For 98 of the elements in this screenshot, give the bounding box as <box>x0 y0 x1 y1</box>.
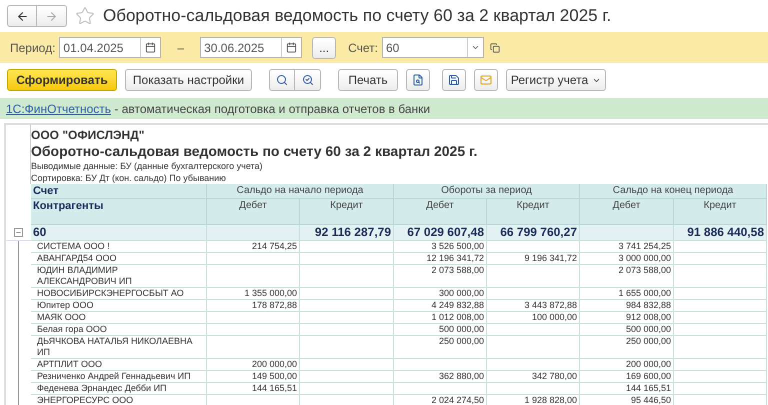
table-cell: 342 780,00 <box>487 371 580 383</box>
open-icon[interactable] <box>490 42 500 52</box>
table-cell: 1 355 000,00 <box>207 288 300 300</box>
table-cell: МАЯК ООО <box>31 312 207 324</box>
table-cell: ДЬЯЧКОВА НАТАЛЬЯ НИКОЛАЕВНА ИП <box>31 336 207 359</box>
window-title: Оборотно-сальдовая ведомость по счету 60 за 2 квартал 2025 г. <box>103 5 612 28</box>
save-icon <box>448 74 460 86</box>
print-button[interactable]: Печать <box>338 69 398 91</box>
table-cell: 178 872,88 <box>207 300 300 312</box>
mail-icon <box>480 74 492 86</box>
account-label: Счет: <box>348 40 378 56</box>
table-cell: 4 249 832,88 <box>394 300 487 312</box>
table-cell: 1 655 000,00 <box>580 288 674 300</box>
header-cell: Кредит <box>300 199 394 225</box>
table-cell: 3 443 872,88 <box>487 300 580 312</box>
header-cell: Дебет <box>394 199 487 225</box>
table-cell: 200 000,00 <box>207 359 300 371</box>
account-field[interactable]: 60 <box>382 37 484 58</box>
table-cell: 2 073 588,00 <box>580 265 674 288</box>
table-cell: 2 024 274,50 <box>394 395 487 405</box>
table-cell: 214 754,25 <box>207 241 300 253</box>
search-settings-button[interactable] <box>295 69 321 91</box>
header-cell: Дебет <box>207 199 300 225</box>
table-cell: 3 741 254,25 <box>580 241 674 253</box>
generate-button[interactable]: Сформировать <box>7 69 117 91</box>
banner-link[interactable]: 1С:ФинОтчетность <box>6 100 112 118</box>
table-cell: 2 073 588,00 <box>394 265 487 288</box>
collapse-toggle[interactable] <box>14 228 23 237</box>
table-cell: 500 000,00 <box>580 324 674 336</box>
calendar-icon[interactable] <box>145 42 156 53</box>
header-cell: Дебет <box>580 199 674 225</box>
back-icon <box>16 10 28 22</box>
header-cell: Счет <box>31 184 207 199</box>
table-cell: 9 196 341,72 <box>487 253 580 265</box>
document-search-icon <box>412 74 424 86</box>
header-cell: Обороты за период <box>394 184 580 199</box>
table-cell: НОВОСИБИРСКЭНЕРГОСБЫТ АО <box>31 288 207 300</box>
output-note: Выводимые данные: БУ (данные бухгалтерского учета) <box>31 160 264 172</box>
table-cell: 984 832,88 <box>580 300 674 312</box>
table-cell: Белая гора ООО <box>31 324 207 336</box>
report-title: Оборотно-сальдовая ведомость по счету 60 за 2 квартал 2025 г. <box>31 142 478 160</box>
table-cell: 362 880,00 <box>394 371 487 383</box>
table-cell: 300 000,00 <box>394 288 487 300</box>
table-cell: ЭНЕРГОРЕСУРС ООО <box>31 395 207 405</box>
table-cell: 912 008,00 <box>580 312 674 324</box>
back-button[interactable] <box>7 5 37 27</box>
table-cell: СИСТЕМА ООО ! <box>31 241 207 253</box>
save-button[interactable] <box>442 69 466 91</box>
table-cell: 149 500,00 <box>207 371 300 383</box>
company-name: ООО "ОФИСЛЭНД" <box>31 128 146 142</box>
header-cell: Контрагенты <box>31 199 207 225</box>
table-cell: 169 600,00 <box>580 371 674 383</box>
table-cell: 100 000,00 <box>487 312 580 324</box>
settings-button[interactable]: Показать настройки <box>125 69 252 91</box>
table-cell: 91 886 440,58 <box>674 225 767 241</box>
banner-text: - автоматическая подготовка и отправка отчетов в банки <box>113 100 430 118</box>
table-cell: 250 000,00 <box>580 336 674 359</box>
table-cell: 500 000,00 <box>394 324 487 336</box>
date-dash: – <box>177 40 184 56</box>
period-more-button[interactable]: ... <box>312 36 336 58</box>
search-button[interactable] <box>269 69 295 91</box>
table-cell: 95 446,50 <box>580 395 674 405</box>
dropdown-icon[interactable] <box>471 43 480 52</box>
table-cell: 92 116 287,79 <box>300 225 394 241</box>
table-cell: 1 928 828,00 <box>487 395 580 405</box>
table-cell: ЮДИН ВЛАДИМИР АЛЕКСАНДРОВИЧ ИП <box>31 265 207 288</box>
minus-icon <box>15 229 22 236</box>
table-cell: 12 196 341,72 <box>394 253 487 265</box>
table-cell: 1 012 008,00 <box>394 312 487 324</box>
table-cell: Феденева Эрнандес Дебби ИП <box>31 383 207 395</box>
table-cell: АВАНГАРД54 ООО <box>31 253 207 265</box>
star-icon[interactable] <box>75 6 95 26</box>
date-from-field[interactable]: 01.04.2025 <box>59 37 162 58</box>
table-cell: 67 029 607,48 <box>394 225 487 241</box>
table-cell: 144 165,51 <box>580 383 674 395</box>
table-cell: Резниченко Андрей Геннадьевич ИП <box>31 371 207 383</box>
forward-icon <box>45 10 58 22</box>
table-cell: 144 165,51 <box>207 383 300 395</box>
period-label: Период: <box>10 40 56 56</box>
register-button[interactable]: Регистр учета <box>506 69 606 91</box>
header-cell: Кредит <box>487 199 580 225</box>
table-cell: АРТПЛИТ ООО <box>31 359 207 371</box>
search-check-icon <box>302 74 314 86</box>
search-icon <box>276 74 288 86</box>
table-cell: 3 526 500,00 <box>394 241 487 253</box>
table-cell: 200 000,00 <box>580 359 674 371</box>
header-cell: Сальдо на конец периода <box>580 184 767 199</box>
preview-button[interactable] <box>406 69 430 91</box>
table-cell: 60 <box>31 225 207 241</box>
calendar-icon[interactable] <box>286 42 298 53</box>
table-cell: 3 000 000,00 <box>580 253 674 265</box>
header-cell: Сальдо на начало периода <box>207 184 394 199</box>
table-cell: 66 799 760,27 <box>487 225 580 241</box>
table-cell: Юпитер ООО <box>31 300 207 312</box>
header-cell: Кредит <box>674 199 767 225</box>
table-cell: 250 000,00 <box>394 336 487 359</box>
date-to-field[interactable]: 30.06.2025 <box>200 37 302 58</box>
sorting-note: Сортировка: БУ Дт (кон. сальдо) По убыванию <box>31 172 227 184</box>
